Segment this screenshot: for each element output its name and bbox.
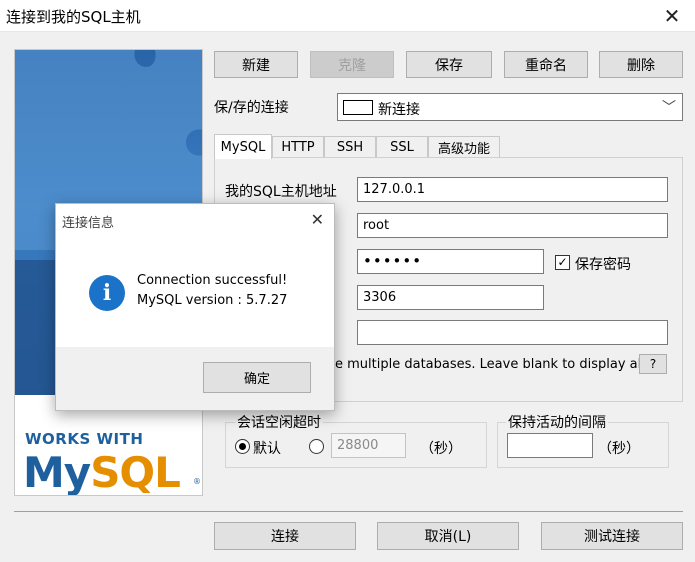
chevron-down-icon: ﹀ bbox=[662, 100, 676, 116]
host-input[interactable]: 127.0.0.1 bbox=[357, 177, 668, 202]
timeout-seconds-input[interactable]: 28800 bbox=[331, 433, 406, 458]
save-password-checkbox[interactable]: ✓ bbox=[555, 255, 570, 270]
works-with-text: WORKS WITH bbox=[25, 430, 144, 448]
tab-http[interactable]: HTTP bbox=[272, 136, 324, 158]
close-icon[interactable]: ✕ bbox=[649, 0, 695, 32]
rename-button[interactable]: 重命名 bbox=[504, 51, 588, 78]
password-input[interactable]: •••••• bbox=[357, 249, 544, 274]
save-password-label: 保存密码 bbox=[575, 257, 631, 273]
dialog-close-icon[interactable]: ✕ bbox=[311, 210, 324, 229]
save-button[interactable]: 保存 bbox=[406, 51, 492, 78]
dialog-footer: 确定 bbox=[56, 347, 334, 410]
saved-connection-select[interactable]: 新连接 ﹀ bbox=[337, 93, 683, 121]
timeout-default-label: 默认 bbox=[253, 441, 281, 457]
tab-ssh[interactable]: SSH bbox=[324, 136, 376, 158]
dialog-body: i Connection successful! MySQL version :… bbox=[56, 240, 334, 347]
footer-separator bbox=[14, 511, 683, 512]
title-bar: 连接到我的SQL主机 ✕ bbox=[0, 0, 695, 32]
dialog-message-version: MySQL version : 5.7.27 bbox=[137, 293, 288, 308]
mysql-logo: MySQL bbox=[23, 448, 181, 496]
host-label: 我的SQL主机地址 bbox=[225, 184, 337, 200]
tab-ssl[interactable]: SSL bbox=[376, 136, 428, 158]
new-button[interactable]: 新建 bbox=[214, 51, 298, 78]
trademark-mark: ® bbox=[193, 477, 201, 486]
session-timeout-label: 会话空闲超时 bbox=[235, 412, 323, 432]
keepalive-input[interactable] bbox=[507, 433, 593, 458]
port-input[interactable]: 3306 bbox=[357, 285, 544, 310]
tab-mysql[interactable]: MySQL bbox=[214, 134, 272, 159]
test-connection-button[interactable]: 测试连接 bbox=[541, 522, 683, 550]
database-input[interactable] bbox=[357, 320, 668, 345]
saved-connection-value: 新连接 bbox=[378, 102, 420, 118]
cancel-button[interactable]: 取消(L) bbox=[377, 522, 519, 550]
saved-connection-label: 保/存的连接 bbox=[214, 100, 289, 116]
ok-button[interactable]: 确定 bbox=[203, 362, 311, 393]
keepalive-label: 保持活动的间隔 bbox=[506, 412, 608, 432]
timeout-unit: （秒） bbox=[420, 441, 462, 457]
delete-button[interactable]: 删除 bbox=[599, 51, 683, 78]
timeout-default-radio[interactable] bbox=[235, 439, 250, 454]
color-swatch bbox=[343, 100, 373, 115]
dialog-title: 连接信息 bbox=[62, 216, 115, 231]
window-title: 连接到我的SQL主机 bbox=[6, 8, 141, 26]
connection-info-dialog: 连接信息 ✕ i Connection successful! MySQL ve… bbox=[55, 203, 335, 411]
dialog-message-success: Connection successful! bbox=[137, 273, 288, 288]
info-icon: i bbox=[89, 275, 125, 311]
timeout-custom-radio[interactable] bbox=[309, 439, 324, 454]
clone-button[interactable]: 克隆 bbox=[310, 51, 394, 78]
databases-hint: e multiple databases. Leave blank to dis… bbox=[335, 357, 650, 372]
user-input[interactable]: root bbox=[357, 213, 668, 238]
help-button[interactable]: ? bbox=[639, 354, 667, 374]
keepalive-unit: （秒） bbox=[598, 441, 640, 457]
connect-button[interactable]: 连接 bbox=[214, 522, 356, 550]
tab-advanced[interactable]: 高级功能 bbox=[428, 136, 500, 158]
